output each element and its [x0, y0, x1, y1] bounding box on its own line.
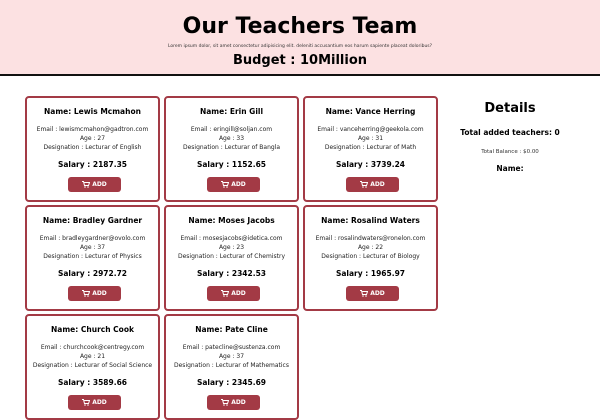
cart-icon: [360, 290, 369, 297]
teacher-info: Email : patecline@sustenza.com Age : 37 …: [166, 343, 297, 370]
teacher-email: Email : rosalindwaters@ronelon.com: [315, 235, 426, 242]
page-title: Our Teachers Team: [182, 14, 418, 39]
add-button[interactable]: ADD: [68, 395, 121, 410]
cart-icon: [360, 181, 369, 188]
add-button-label: ADD: [370, 290, 385, 297]
teacher-salary: Salary : 2345.69: [196, 378, 267, 387]
budget-label: Budget : 10Million: [232, 53, 368, 68]
teacher-designation: Designation : Lecturar of Chemistry: [177, 253, 285, 260]
add-button[interactable]: ADD: [346, 286, 399, 301]
teacher-age: Age : 23: [218, 244, 245, 251]
teacher-info: Email : vanceherring@geekola.com Age : 3…: [305, 125, 436, 152]
header-description: Lorem ipsum dolor, sit amet consectetur …: [167, 44, 433, 49]
teacher-card: Name: Lewis Mcmahon Email : lewismcmahon…: [25, 96, 160, 202]
teacher-age: Age : 21: [79, 353, 106, 360]
details-name-label: Name:: [496, 164, 524, 173]
teacher-salary: Salary : 3589.66: [57, 378, 128, 387]
teacher-designation: Designation : Lecturar of Biology: [321, 253, 420, 260]
teacher-email: Email : eringill@soljan.com: [190, 126, 273, 133]
teacher-designation: Designation : Lecturar of Physics: [43, 253, 142, 260]
teacher-name: Name: Vance Herring: [325, 107, 416, 116]
teacher-age: Age : 31: [357, 135, 384, 142]
total-balance: Total Balance : $0.00: [481, 149, 539, 155]
add-button[interactable]: ADD: [207, 177, 260, 192]
cart-icon: [82, 290, 91, 297]
teacher-name: Name: Moses Jacobs: [188, 216, 275, 225]
teacher-designation: Designation : Lecturar of Mathematics: [174, 362, 289, 369]
cart-icon: [221, 399, 230, 406]
teacher-designation: Designation : Lecturar of English: [43, 144, 142, 151]
teacher-age: Age : 37: [218, 353, 245, 360]
teacher-email: Email : churchcook@centregy.com: [40, 344, 145, 351]
teacher-card: Name: Bradley Gardner Email : bradleygar…: [25, 205, 160, 311]
teacher-email: Email : patecline@sustenza.com: [182, 344, 281, 351]
teacher-salary: Salary : 2187.35: [57, 160, 128, 169]
teacher-age: Age : 33: [218, 135, 245, 142]
total-added-teachers: Total added teachers: 0: [460, 128, 560, 137]
teacher-salary: Salary : 3739.24: [335, 160, 406, 169]
teacher-card: Name: Church Cook Email : churchcook@cen…: [25, 314, 160, 420]
teacher-card: Name: Vance Herring Email : vanceherring…: [303, 96, 438, 202]
page-header: Our Teachers Team Lorem ipsum dolor, sit…: [0, 0, 600, 76]
teacher-name: Name: Pate Cline: [195, 325, 268, 334]
cart-icon: [221, 181, 230, 188]
add-button[interactable]: ADD: [207, 395, 260, 410]
teacher-name: Name: Rosalind Waters: [321, 216, 420, 225]
teacher-age: Age : 22: [357, 244, 384, 251]
teacher-card: Name: Moses Jacobs Email : mosesjacobs@i…: [164, 205, 299, 311]
teacher-email: Email : mosesjacobs@idetica.com: [180, 235, 283, 242]
add-button-label: ADD: [92, 290, 107, 297]
add-button[interactable]: ADD: [68, 286, 121, 301]
teacher-designation: Designation : Lecturar of Social Science: [32, 362, 153, 369]
add-button-label: ADD: [231, 181, 246, 188]
teacher-info: Email : bradleygardner@ovolo.com Age : 3…: [27, 234, 158, 261]
teacher-info: Email : rosalindwaters@ronelon.com Age :…: [305, 234, 436, 261]
add-button[interactable]: ADD: [68, 177, 121, 192]
add-button-label: ADD: [231, 399, 246, 406]
add-button-label: ADD: [92, 399, 107, 406]
cart-icon: [82, 181, 91, 188]
teacher-designation: Designation : Lecturar of Math: [324, 144, 417, 151]
teacher-card: Name: Erin Gill Email : eringill@soljan.…: [164, 96, 299, 202]
add-button-label: ADD: [370, 181, 385, 188]
add-button[interactable]: ADD: [207, 286, 260, 301]
teacher-email: Email : vanceherring@geekola.com: [317, 126, 424, 133]
cart-icon: [82, 399, 91, 406]
teacher-salary: Salary : 2342.53: [196, 269, 267, 278]
add-button-label: ADD: [92, 181, 107, 188]
teacher-age: Age : 27: [79, 135, 106, 142]
teacher-salary: Salary : 1152.65: [196, 160, 267, 169]
teacher-email: Email : lewismcmahon@gadtron.com: [36, 126, 149, 133]
details-title: Details: [484, 101, 536, 116]
teacher-name: Name: Lewis Mcmahon: [44, 107, 141, 116]
add-button[interactable]: ADD: [346, 177, 399, 192]
teacher-salary: Salary : 1965.97: [335, 269, 406, 278]
teacher-info: Email : eringill@soljan.com Age : 33 Des…: [166, 125, 297, 152]
details-panel: Details Total added teachers: 0 Total Ba…: [445, 100, 575, 174]
cart-icon: [221, 290, 230, 297]
teacher-designation: Designation : Lecturar of Bangla: [182, 144, 281, 151]
teacher-info: Email : mosesjacobs@idetica.com Age : 23…: [166, 234, 297, 261]
teacher-age: Age : 37: [79, 244, 106, 251]
teacher-email: Email : bradleygardner@ovolo.com: [39, 235, 146, 242]
teacher-info: Email : churchcook@centregy.com Age : 21…: [27, 343, 158, 370]
add-button-label: ADD: [231, 290, 246, 297]
teacher-salary: Salary : 2972.72: [57, 269, 128, 278]
teacher-name: Name: Erin Gill: [199, 107, 264, 116]
teacher-name: Name: Church Cook: [51, 325, 134, 334]
teacher-info: Email : lewismcmahon@gadtron.com Age : 2…: [27, 125, 158, 152]
teacher-card: Name: Pate Cline Email : patecline@suste…: [164, 314, 299, 420]
teacher-card: Name: Rosalind Waters Email : rosalindwa…: [303, 205, 438, 311]
teacher-name: Name: Bradley Gardner: [42, 216, 143, 225]
